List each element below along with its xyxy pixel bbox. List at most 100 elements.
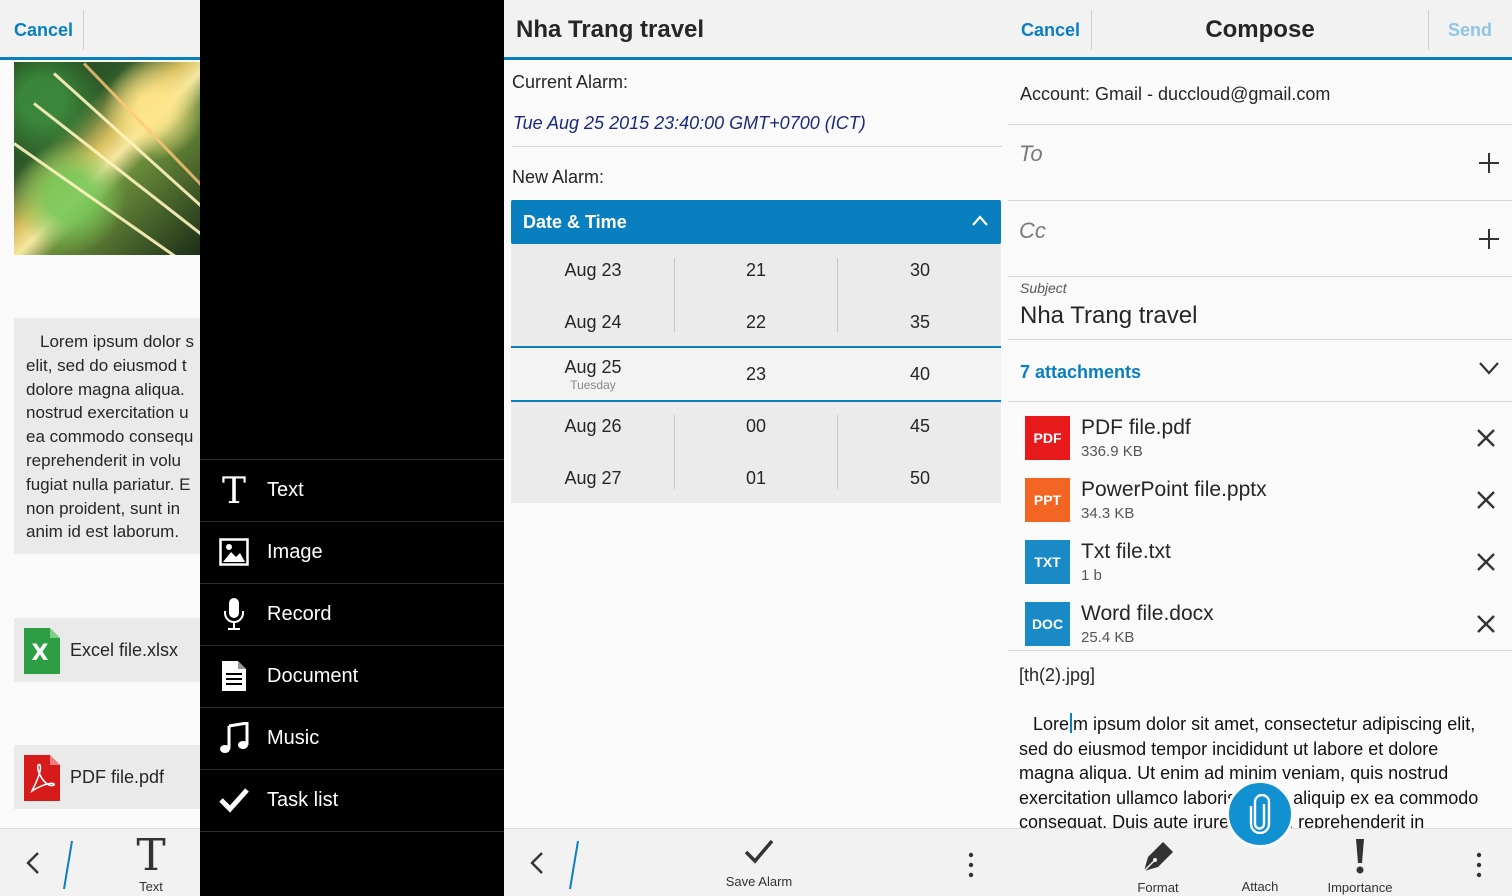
note-attachment-excel[interactable]: X Excel file.xlsx	[14, 618, 200, 682]
attachment-item-ppt[interactable]: PPT PowerPoint file.pptx 34.3 KB	[1008, 464, 1512, 526]
slash-divider-icon	[63, 840, 73, 890]
picker-hour-option[interactable]: 21	[696, 260, 816, 281]
picker-minute-option[interactable]: 35	[860, 312, 980, 333]
attachment-item-txt[interactable]: TXT Txt file.txt 1 b	[1008, 526, 1512, 588]
note-editor-panel: Cancel Lorem ipsum dolor s elit, sed do …	[0, 0, 200, 896]
menu-item-task-list[interactable]: Task list	[200, 769, 504, 831]
menu-item-image[interactable]: Image	[200, 521, 504, 583]
attachment-size: 336.9 KB	[1081, 443, 1143, 460]
date-time-picker[interactable]: Aug 23 Aug 24 Aug 25 Tuesday Aug 26 Aug …	[511, 244, 1001, 503]
picker-minute-option[interactable]: 45	[860, 416, 980, 437]
remove-attachment-icon[interactable]	[1476, 614, 1496, 634]
inline-image-reference[interactable]: [th(2).jpg]	[1019, 665, 1095, 686]
picker-date-option[interactable]: Aug 23	[533, 260, 653, 281]
note-text-line: non proident, sunt in	[26, 498, 181, 518]
ppt-file-icon: PPT	[1025, 478, 1070, 522]
txt-file-icon: TXT	[1025, 540, 1070, 584]
attachment-item-pdf[interactable]: PDF PDF file.pdf 336.9 KB	[1008, 402, 1512, 464]
note-text-line: anim id est laborum.	[26, 522, 180, 542]
attach-menu-panel: T Text Image Record Document Music Task …	[200, 0, 504, 896]
note-text-line: reprehenderit in volu	[26, 450, 181, 470]
account-selector[interactable]: Account: Gmail - duccloud@gmail.com	[1020, 84, 1330, 105]
picker-date-option[interactable]: Aug 27	[533, 468, 653, 489]
alarm-title: Nha Trang travel	[516, 16, 705, 43]
picker-minute-option[interactable]: 50	[860, 468, 980, 489]
to-field[interactable]: To	[1019, 141, 1043, 167]
menu-item-label: Document	[267, 665, 359, 687]
checkmark-icon	[744, 839, 774, 864]
note-text-line: elit, sed do eiusmod t	[26, 355, 187, 375]
menu-item-text[interactable]: T Text	[200, 459, 504, 521]
attach-button[interactable]	[1226, 780, 1294, 848]
text-format-label: Text	[139, 879, 163, 894]
remove-attachment-icon[interactable]	[1476, 490, 1496, 510]
picker-hour-option[interactable]: 22	[696, 312, 816, 333]
attachment-size: 25.4 KB	[1081, 629, 1135, 646]
menu-item-label: Task list	[267, 789, 339, 811]
add-recipient-icon[interactable]	[1478, 152, 1500, 174]
attachment-name: PDF file.pdf	[1081, 416, 1191, 439]
note-title-bar: Cancel	[0, 0, 200, 60]
note-attachment-pdf[interactable]: PDF file.pdf	[14, 745, 200, 809]
menu-item-document[interactable]: Document	[200, 645, 504, 707]
note-text-line: dolore magna aliqua.	[26, 379, 185, 399]
picker-date-selected[interactable]: Aug 25	[533, 357, 653, 378]
format-button[interactable]: Format	[1118, 837, 1198, 895]
svg-text:X: X	[32, 641, 49, 666]
date-time-picker-header[interactable]: Date & Time	[511, 200, 1001, 244]
picker-minute-selected[interactable]: 40	[860, 364, 980, 385]
slash-divider-icon	[569, 840, 579, 890]
remove-attachment-icon[interactable]	[1476, 552, 1496, 572]
exclamation-icon	[1356, 839, 1364, 874]
compose-panel: Cancel Compose Send Account: Gmail - duc…	[1008, 0, 1512, 896]
chevron-down-icon[interactable]	[1478, 361, 1500, 375]
picker-date-option[interactable]: Aug 24	[533, 312, 653, 333]
attachment-name: PowerPoint file.pptx	[1081, 478, 1267, 501]
title-bar-divider	[1428, 10, 1429, 50]
image-icon	[218, 536, 250, 568]
picker-minute-option[interactable]: 30	[860, 260, 980, 281]
attach-label: Attach	[1241, 879, 1279, 894]
remove-attachment-icon[interactable]	[1476, 428, 1496, 448]
back-icon[interactable]	[22, 849, 46, 877]
subject-field[interactable]: Nha Trang travel	[1020, 302, 1197, 330]
more-options-icon[interactable]	[966, 851, 976, 879]
note-text-line: Lorem ipsum dolor s	[40, 332, 195, 351]
note-cancel-button[interactable]: Cancel	[14, 20, 73, 41]
menu-item-label: Record	[267, 603, 332, 625]
picker-date-option[interactable]: Aug 26	[533, 416, 653, 437]
add-cc-icon[interactable]	[1478, 228, 1500, 250]
microphone-icon	[218, 598, 250, 630]
text-format-button[interactable]: T Text	[120, 833, 182, 895]
picker-hour-option[interactable]: 00	[696, 416, 816, 437]
chevron-up-icon	[972, 215, 988, 226]
attachment-item-doc[interactable]: DOC Word file.docx 25.4 KB	[1008, 588, 1512, 650]
embedded-photo[interactable]	[14, 62, 200, 255]
save-alarm-button[interactable]: Save Alarm	[714, 837, 804, 889]
attachment-size: 1 b	[1081, 567, 1102, 584]
compose-title-bar: Cancel Compose Send	[1008, 0, 1512, 60]
picker-hour-selected[interactable]: 23	[696, 364, 816, 385]
text-icon: T	[136, 830, 166, 881]
more-options-icon[interactable]	[1474, 851, 1484, 879]
cc-field[interactable]: Cc	[1019, 218, 1046, 244]
note-text-line: ea commodo consequ	[26, 427, 194, 447]
attach-menu: T Text Image Record Document Music Task …	[200, 459, 504, 832]
format-label: Format	[1137, 880, 1179, 895]
date-time-header-label: Date & Time	[523, 212, 627, 232]
current-alarm-label: Current Alarm:	[512, 72, 629, 92]
note-text-block[interactable]: Lorem ipsum dolor s elit, sed do eiusmod…	[14, 318, 200, 554]
doc-file-icon: DOC	[1025, 602, 1070, 646]
alarm-title-bar: Nha Trang travel	[504, 0, 1008, 60]
menu-item-music[interactable]: Music	[200, 707, 504, 769]
importance-button[interactable]: Importance	[1320, 837, 1400, 895]
music-icon	[218, 722, 250, 754]
attachments-toggle[interactable]: 7 attachments	[1020, 362, 1141, 383]
back-icon[interactable]	[526, 849, 550, 877]
picker-hour-option[interactable]: 01	[696, 468, 816, 489]
menu-item-record[interactable]: Record	[200, 583, 504, 645]
picker-selected-weekday: Tuesday	[570, 378, 616, 392]
section-divider	[512, 146, 1002, 147]
body-line: sed do eiusmod tempor incididunt ut labo…	[1019, 738, 1439, 759]
send-button[interactable]: Send	[1448, 20, 1492, 41]
